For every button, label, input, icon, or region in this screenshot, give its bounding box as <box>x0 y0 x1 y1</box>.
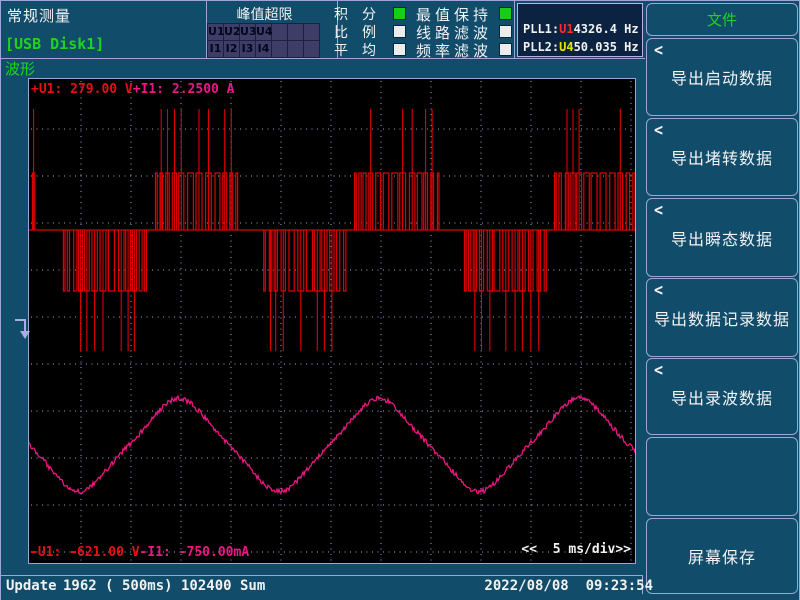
button-export-transient-data[interactable]: < 导出瞬态数据 <box>646 198 798 277</box>
toggle-freq-filter-checkbox <box>499 43 512 56</box>
button-export-locked-rotor-data[interactable]: < 导出堵转数据 <box>646 118 798 196</box>
button-export-datalog-data[interactable]: < 导出数据记录数据 <box>646 278 798 357</box>
chevron-left-icon: < <box>654 360 663 380</box>
pll-panel: PLL1: U1 4326.4 Hz PLL2: U4 50.035 Hz <box>517 3 643 57</box>
toggle-scale-checkbox <box>393 25 406 38</box>
peak-cell: U3 <box>240 24 255 40</box>
toggle-max-hold-checkbox <box>499 7 512 20</box>
peak-cell: I4 <box>256 41 271 57</box>
peak-cell: U1 <box>208 24 223 40</box>
sidebar-title-text: 文件 <box>707 9 737 30</box>
measurement-mode-label: 常规测量 <box>7 5 71 26</box>
pll1-row: PLL1: U1 4326.4 Hz <box>523 21 638 37</box>
button-export-recorded-waveform-data[interactable]: < 导出录波数据 <box>646 358 798 435</box>
toggle-integrate-char1: 积 <box>333 4 349 24</box>
peak-over-limit-title: 峰值超限 <box>208 4 321 24</box>
peak-cell <box>304 24 319 40</box>
peak-cell: U2 <box>224 24 239 40</box>
chevron-left-icon: < <box>654 120 663 140</box>
u1-peak-plus: +U1: 279.00 V <box>31 82 133 97</box>
header-bottom-line <box>1 58 645 59</box>
view-tab-waveform: 波形 <box>5 58 35 79</box>
toggle-integrate-char2: 分 <box>361 4 377 24</box>
toggle-integrate-checkbox <box>393 7 406 20</box>
button-empty-slot[interactable] <box>646 437 798 516</box>
pll2-row: PLL2: U4 50.035 Hz <box>523 39 638 55</box>
datetime-readout: 2022/08/08 09:23:54 <box>401 578 653 594</box>
chevron-left-icon: < <box>654 280 663 300</box>
chevron-left-icon: < <box>654 200 663 220</box>
sidebar-menu-title: 文件 <box>646 3 798 36</box>
toggle-line-filter-checkbox <box>499 25 512 38</box>
pll1-source: U1 <box>559 22 573 36</box>
pll2-label: PLL2: <box>523 40 559 54</box>
peak-cell <box>288 24 303 40</box>
waveform-plot: +U1: 279.00 V+I1: 2.2500 A -U1: -621.00 … <box>28 78 636 564</box>
button-screen-save[interactable]: 屏幕保存 <box>646 518 798 594</box>
peak-cell: I1 <box>208 41 223 57</box>
statusbar-top-border <box>1 575 643 576</box>
peak-cell: I2 <box>224 41 239 57</box>
chevron-left-icon: < <box>654 40 663 60</box>
toggle-scale-char2: 例 <box>361 22 377 42</box>
scale-readout-bottom: -U1: -621.00 V-I1: -750.00mA <box>30 545 249 560</box>
peak-over-limit-grid: U1 U2 U3 U4 I1 I2 I3 I4 <box>207 23 320 58</box>
timebase-readout: << 5 ms/div>> <box>521 542 631 557</box>
trigger-position-marker <box>14 314 32 342</box>
peak-cell <box>272 41 287 57</box>
toggle-average-char2: 均 <box>361 40 377 60</box>
header-divider <box>514 1 515 58</box>
button-export-startup-data[interactable]: < 导出启动数据 <box>646 38 798 116</box>
toggle-freq-filter-label: 频率滤波 <box>416 40 492 61</box>
pll2-source: U4 <box>559 40 573 54</box>
scale-readout-top: +U1: 279.00 V+I1: 2.2500 A <box>31 82 235 97</box>
toggle-average-checkbox <box>393 43 406 56</box>
waveform-traces <box>29 79 635 563</box>
i1-peak-plus: +I1: 2.2500 A <box>133 82 235 97</box>
pll2-value: 50.035 Hz <box>574 40 639 54</box>
peak-cell <box>304 41 319 57</box>
peak-cell: I3 <box>240 41 255 57</box>
pll1-value: 4326.4 Hz <box>574 22 639 36</box>
update-label: Update <box>6 578 57 594</box>
toggle-scale-char1: 比 <box>333 22 349 42</box>
peak-cell <box>272 24 287 40</box>
peak-cell <box>288 41 303 57</box>
toggle-average-char1: 平 <box>333 40 349 60</box>
analyzer-screen: 常规测量 [USB Disk1] 峰值超限 U1 U2 U3 U4 I1 I2 … <box>0 0 800 600</box>
i1-peak-minus: -I1: -750.00mA <box>140 545 250 560</box>
pll1-label: PLL1: <box>523 22 559 36</box>
usb-disk-indicator: [USB Disk1] <box>5 35 104 53</box>
peak-cell: U4 <box>256 24 271 40</box>
u1-peak-minus: -U1: -621.00 V <box>30 545 140 560</box>
update-counter: 1962 ( 500ms) 102400 Sum <box>63 578 265 594</box>
